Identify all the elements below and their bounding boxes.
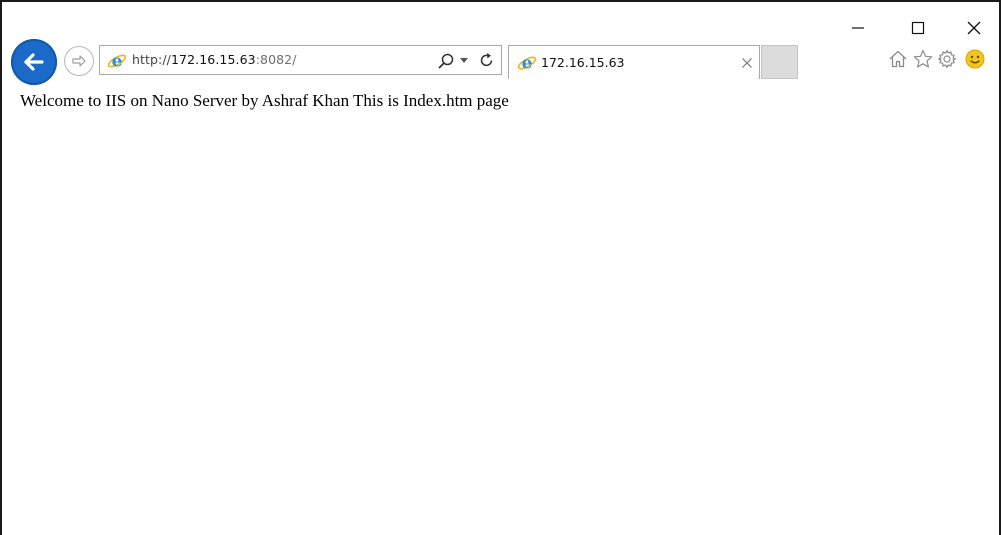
browser-window: e http://172.16.15.63:8082/ e 172.16.15.… (0, 0, 1001, 535)
close-icon (967, 21, 981, 35)
address-bar[interactable]: e http://172.16.15.63:8082/ (99, 45, 502, 75)
dropdown-icon[interactable] (460, 58, 468, 64)
maximize-button[interactable] (896, 14, 940, 42)
back-button[interactable] (11, 39, 57, 85)
search-icon[interactable] (437, 52, 455, 70)
forward-button[interactable] (64, 46, 94, 76)
new-tab-button[interactable] (761, 45, 798, 79)
url-text[interactable]: http://172.16.15.63:8082/ (132, 52, 297, 67)
url-host: 172.16.15.63 (171, 52, 256, 67)
svg-text:e: e (112, 52, 123, 72)
back-arrow-icon (24, 53, 44, 71)
url-scheme: http:// (132, 52, 171, 67)
favorites-star-icon[interactable] (912, 48, 934, 70)
refresh-icon[interactable] (478, 52, 495, 69)
home-icon[interactable] (887, 48, 909, 70)
forward-arrow-icon (72, 55, 86, 67)
tab-title: 172.16.15.63 (541, 55, 625, 70)
page-body-text: Welcome to IIS on Nano Server by Ashraf … (20, 91, 509, 110)
svg-text:e: e (522, 54, 533, 74)
maximize-icon (911, 21, 925, 35)
tab-active[interactable]: e 172.16.15.63 (508, 45, 760, 79)
tab-ie-icon: e (517, 54, 537, 74)
settings-gear-icon[interactable] (936, 48, 958, 70)
minimize-icon (852, 27, 864, 29)
ie-icon: e (107, 52, 127, 72)
tab-close-icon[interactable] (741, 57, 753, 69)
feedback-smiley-icon[interactable] (964, 48, 986, 70)
minimize-button[interactable] (836, 14, 880, 42)
url-port: :8082/ (255, 52, 297, 67)
close-window-button[interactable] (952, 14, 996, 42)
